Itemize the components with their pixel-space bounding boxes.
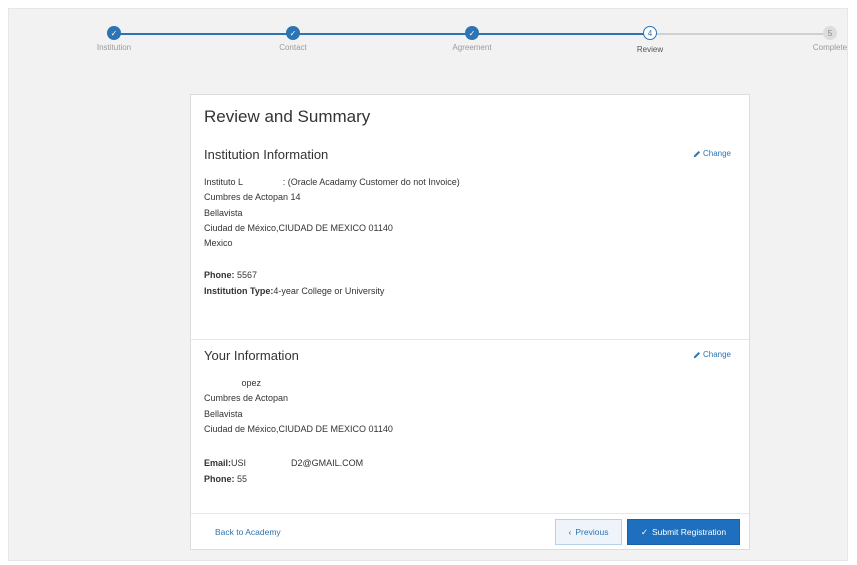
step-label: Agreement (452, 43, 492, 52)
address-line: Ciudad de México,CIUDAD DE MEXICO 01140 (204, 423, 393, 434)
institution-details: Phone: 5567 Institution Type:4-year Coll… (204, 267, 384, 299)
email-label: Email: (204, 458, 232, 468)
section-title: Your Information (204, 348, 299, 363)
email-row: Email:USI D2@GMAIL.COM (204, 455, 363, 471)
contact-address: opez Cumbres de Actopan Bellavista Ciuda… (204, 376, 393, 437)
check-icon: ✓ (286, 26, 300, 40)
check-icon: ✓ (640, 526, 648, 537)
pencil-icon (693, 150, 701, 157)
change-label: Change (702, 350, 731, 359)
institution-type-row: Institution Type:4-year College or Unive… (204, 283, 384, 299)
change-institution-link[interactable]: Change (693, 149, 731, 158)
phone-label: Phone: (204, 270, 235, 280)
previous-label: Previous (575, 527, 609, 537)
address-line: Mexico (204, 238, 233, 249)
section-title: Institution Information (204, 147, 329, 162)
back-to-academy-link[interactable]: Back to Academy (215, 527, 281, 537)
card-footer: Back to Academy ‹ Previous ✓ Submit Regi… (191, 513, 749, 550)
phone-row: Phone: 5567 (204, 267, 384, 283)
pencil-icon (693, 351, 701, 358)
step-number: 4 (643, 26, 657, 40)
chevron-left-icon: ‹ (568, 527, 572, 537)
step-number: 5 (823, 26, 837, 40)
change-label: Change (702, 149, 731, 158)
contact-name: opez (204, 378, 262, 388)
step-agreement[interactable]: ✓ Agreement (422, 26, 522, 52)
step-institution[interactable]: ✓ Institution (64, 26, 164, 52)
page-title: Review and Summary (204, 107, 371, 126)
step-contact[interactable]: ✓ Contact (243, 26, 343, 52)
phone-value: 55 (234, 474, 248, 484)
institution-type-value: 4-year College or University (273, 286, 385, 296)
step-complete: 5 Complete (780, 26, 857, 52)
address-line: Bellavista (204, 207, 243, 218)
change-your-info-link[interactable]: Change (693, 350, 731, 359)
step-label: Contact (279, 43, 307, 52)
institution-info-section: Institution Information Change Instituto… (191, 147, 749, 340)
phone-row: Phone: 55 (204, 471, 363, 487)
your-info-section: Your Information Change opez Cumbres de … (191, 348, 749, 510)
phone-value: 5567 (234, 270, 258, 280)
address-line: Instituto L : (Oracle Acadamy Customer d… (204, 177, 460, 187)
previous-button[interactable]: ‹ Previous (555, 519, 622, 545)
step-review: 4 Review (600, 26, 700, 54)
step-label: Review (636, 45, 664, 54)
check-icon: ✓ (107, 26, 121, 40)
contact-details: Email:USI D2@GMAIL.COM Phone: 55 (204, 455, 363, 487)
institution-address: Instituto L : (Oracle Acadamy Customer d… (204, 175, 460, 251)
submit-registration-button[interactable]: ✓ Submit Registration (627, 519, 740, 545)
step-label: Complete (812, 43, 848, 52)
progress-stepper: ✓ Institution ✓ Contact ✓ Agreement 4 Re… (0, 0, 857, 70)
stepper-track-complete (114, 33, 650, 35)
address-line: Bellavista (204, 408, 243, 419)
phone-label: Phone: (204, 474, 235, 484)
email-value: USI D2@GMAIL.COM (231, 458, 364, 468)
address-line: Ciudad de México,CIUDAD DE MEXICO 01140 (204, 222, 393, 233)
check-icon: ✓ (465, 26, 479, 40)
review-summary-card: Review and Summary Institution Informati… (190, 94, 750, 550)
submit-label: Submit Registration (651, 527, 727, 537)
address-line: Cumbres de Actopan (204, 393, 289, 404)
institution-type-label: Institution Type: (204, 286, 274, 296)
address-line: Cumbres de Actopan 14 (204, 192, 301, 203)
step-label: Institution (96, 43, 132, 52)
